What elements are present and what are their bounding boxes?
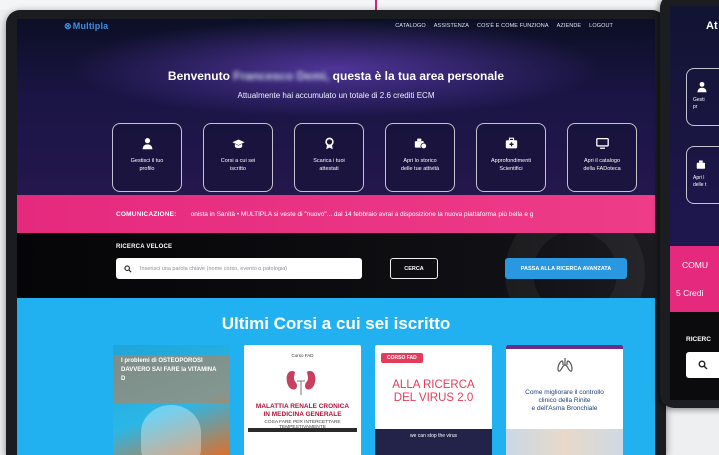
card-catalogo-fadoteca[interactable]: Apri il catalogo della FADoteca	[567, 123, 637, 192]
ticker-text[interactable]: onista in Sanità • MULTIPLA si veste di …	[191, 211, 534, 218]
credits-summary: Attualmente hai accumulato un totale di …	[237, 91, 435, 100]
lungs-icon	[557, 358, 573, 372]
monitor-icon	[595, 137, 609, 149]
graduation-cap-icon	[231, 139, 245, 149]
card-corsi-iscritto[interactable]: Corsi a cui sei iscritto	[203, 123, 273, 192]
hero-section: ⊗Multipla CATALOGO ASSISTENZA COS'È E CO…	[17, 19, 655, 195]
course-footer: we can stop the virus	[375, 429, 492, 455]
card-approfondimenti[interactable]: Approfondimenti Scientifici	[476, 123, 546, 192]
logo[interactable]: ⊗Multipla	[64, 21, 108, 32]
accent-mark	[375, 0, 377, 10]
card-label: Approfondimenti Scientifici	[490, 158, 532, 172]
card-label: Corsi a cui sei iscritto	[220, 158, 256, 172]
phone-ticker-label: COMU	[682, 260, 708, 270]
phone-heading-fragment: At	[706, 20, 718, 32]
course-image	[141, 405, 201, 455]
nav-links: CATALOGO ASSISTENZA COS'È E COME FUNZION…	[395, 23, 613, 29]
course-header: Corso FAD	[291, 353, 314, 358]
award-icon	[324, 137, 334, 150]
phone-ticker	[670, 246, 719, 312]
news-ticker: COMUNICAZIONE: onista in Sanità • MULTIP…	[17, 195, 655, 233]
user-icon	[142, 138, 152, 150]
nav-link-logout[interactable]: LOGOUT	[589, 23, 613, 29]
phone-hero	[670, 6, 719, 246]
search-button[interactable]: CERCA	[390, 258, 438, 279]
card-scarica-attestati[interactable]: Scarica i tuoi attestati	[294, 123, 364, 192]
history-icon	[696, 160, 705, 169]
user-name-blurred: Francesco Demi,	[233, 69, 330, 83]
nav-link-come-funziona[interactable]: COS'È E COME FUNZIONA	[477, 23, 549, 29]
course-card-rinite-asma[interactable]: Come migliorare il controllo clinico del…	[506, 345, 623, 455]
welcome-heading: Benvenuto Francesco Demi, questa è la tu…	[17, 69, 655, 83]
card-label: Gesti pr	[693, 97, 705, 110]
card-label: Apri l delle t	[693, 175, 707, 188]
phone-search-input[interactable]	[686, 352, 719, 378]
logo-mark-icon: ⊗	[64, 21, 72, 31]
search-placeholder: Inserisci una parola chiave (nome corso,…	[140, 265, 288, 272]
phone-frame: At Gesti pr Apri l delle t COMU 5 Credi …	[660, 0, 719, 408]
divider	[248, 428, 357, 432]
course-card-malattia-renale[interactable]: Corso FAD MALATTIA RENALE CRONICA IN MED…	[244, 345, 361, 455]
ticker-label: COMUNICAZIONE:	[116, 210, 177, 218]
course-card-osteoporosi[interactable]: I problemi di OSTEOPOROSI DAVVERO SAI FA…	[113, 345, 230, 455]
search-icon	[124, 264, 132, 273]
course-title: Come migliorare il controllo clinico del…	[525, 389, 604, 412]
search-icon	[698, 360, 708, 370]
user-icon	[697, 81, 707, 93]
card-label: Scarica i tuoi attestati	[313, 158, 345, 172]
course-title: I problemi di OSTEOPOROSI DAVVERO SAI FA…	[121, 358, 217, 382]
card-label: Gestisci il tuo profilo	[130, 158, 164, 172]
briefcase-icon	[505, 137, 517, 149]
advanced-search-button[interactable]: PASSA ALLA RICERCA AVANZATA	[505, 258, 627, 279]
welcome-prefix: Benvenuto	[167, 69, 230, 83]
nav-link-catalogo[interactable]: CATALOGO	[395, 23, 426, 29]
card-storico-attivita[interactable]: Apri lo storico delle tue attività	[385, 123, 455, 192]
course-image	[506, 429, 623, 455]
history-icon	[414, 138, 427, 150]
courses-title: Ultimi Corsi a cui sei iscritto	[221, 314, 451, 333]
search-input[interactable]: Inserisci una parola chiave (nome corso,…	[116, 258, 362, 279]
card-gestisci-profilo[interactable]: Gestisci il tuo profilo	[112, 123, 182, 192]
laptop-screen: ⊗Multipla CATALOGO ASSISTENZA COS'È E CO…	[17, 19, 655, 455]
course-title: MALATTIA RENALE CRONICA IN MEDICINA GENE…	[255, 403, 350, 418]
phone-card-storico[interactable]: Apri l delle t	[686, 146, 719, 204]
course-card-ricerca-virus[interactable]: CORSO FAD ALLA RICERCA DEL VIRUS 2.0 we …	[375, 345, 492, 455]
recent-courses-section: Ultimi Corsi a cui sei iscritto I proble…	[17, 298, 655, 455]
navbar: ⊗Multipla CATALOGO ASSISTENZA COS'È E CO…	[17, 19, 655, 35]
laptop-frame: ⊗Multipla CATALOGO ASSISTENZA COS'È E CO…	[6, 10, 666, 455]
search-label: RICERCA VELOCE	[116, 244, 173, 250]
phone-search-label: RICERC	[686, 336, 711, 343]
nav-link-assistenza[interactable]: ASSISTENZA	[434, 23, 469, 29]
quick-search-section: RICERCA VELOCE Inserisci una parola chia…	[17, 233, 655, 298]
kidney-icon	[286, 371, 316, 395]
quick-action-cards: Gestisci il tuo profilo Corsi a cui sei …	[112, 123, 637, 192]
phone-card-profilo[interactable]: Gesti pr	[686, 68, 719, 126]
card-label: Apri il catalogo della FADoteca	[583, 158, 621, 172]
welcome-suffix: questa è la tua area personale	[332, 69, 505, 83]
course-list: I problemi di OSTEOPOROSI DAVVERO SAI FA…	[113, 345, 623, 455]
course-title: ALLA RICERCA DEL VIRUS 2.0	[392, 379, 475, 404]
top-bar	[506, 345, 623, 349]
phone-screen: At Gesti pr Apri l delle t COMU 5 Credi …	[670, 6, 719, 400]
logo-text: Multipla	[72, 21, 109, 31]
card-label: Apri lo storico delle tue attività	[400, 158, 440, 172]
page-top-strip	[0, 0, 719, 10]
nav-link-aziende[interactable]: AZIENDE	[557, 23, 582, 29]
phone-credits-fragment: 5 Credi	[676, 288, 704, 298]
course-badge: CORSO FAD	[381, 353, 423, 363]
